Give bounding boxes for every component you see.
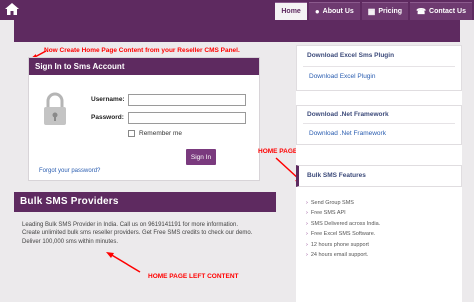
nav-pricing[interactable]: ▦ Pricing: [361, 2, 409, 20]
phone-icon: ☎: [416, 7, 427, 16]
bulk-sms-title: Bulk SMS Providers: [14, 192, 276, 212]
features-list: Send Group SMS Free SMS API SMS Delivere…: [306, 200, 380, 262]
excel-plugin-link[interactable]: Download Excel Plugin: [297, 67, 461, 80]
nav-pricing-label: Pricing: [378, 8, 403, 15]
nav-about-label: About Us: [322, 8, 354, 15]
dotnet-box: Download .Net Framework Download .Net Fr…: [296, 105, 462, 145]
sign-in-button[interactable]: Sign In: [186, 149, 216, 165]
bulk-line-2: Create unlimited bulk sms reseller provi…: [22, 230, 253, 237]
header-band: [14, 20, 460, 42]
nav-about-us[interactable]: ● About Us: [308, 2, 360, 20]
bulk-sms-description: Leading Bulk SMS Provider in India. Call…: [22, 221, 272, 246]
nav-home-label: Home: [281, 8, 301, 15]
nav-contact-us[interactable]: ☎ Contact Us: [410, 2, 472, 20]
login-panel: Sign In to Sms Account Username: Passwor…: [28, 57, 260, 181]
nav-home[interactable]: Home: [275, 2, 307, 20]
remember-label: Remember me: [139, 130, 182, 137]
main-nav: Home ● About Us ▦ Pricing ☎ Contact Us: [275, 2, 474, 20]
feature-item: Free SMS API: [306, 210, 380, 220]
home-icon[interactable]: [4, 2, 20, 16]
password-label: Password:: [91, 114, 124, 121]
dotnet-title: Download .Net Framework: [307, 111, 389, 118]
bulk-line-3: Deliver 100,000 sms within minutes.: [22, 238, 119, 245]
forgot-password-link[interactable]: Forgot your password?: [39, 168, 100, 174]
excel-plugin-title: Download Excel Sms Plugin: [307, 52, 395, 59]
features-title: Bulk SMS Features: [296, 165, 462, 187]
feature-item: SMS Delivered across India.: [306, 221, 380, 231]
dotnet-link[interactable]: Download .Net Framework: [297, 124, 461, 137]
feature-item: 12 hours phone support: [306, 242, 380, 252]
annotation-left: HOME PAGE LEFT CONTENT: [148, 273, 239, 280]
excel-plugin-box: Download Excel Sms Plugin Download Excel…: [296, 45, 462, 91]
feature-item: Send Group SMS: [306, 200, 380, 210]
annotation-top: Now Create Home Page Content from your R…: [44, 47, 240, 54]
password-field[interactable]: [128, 112, 246, 124]
grid-icon: ▦: [367, 7, 376, 16]
username-label: Username:: [91, 96, 125, 103]
users-icon: ●: [314, 7, 320, 16]
login-title: Sign In to Sms Account: [29, 58, 259, 75]
bulk-line-1: Leading Bulk SMS Provider in India. Call…: [22, 222, 239, 228]
remember-checkbox[interactable]: [128, 130, 135, 137]
right-sidebar: Download Excel Sms Plugin Download Excel…: [296, 45, 462, 302]
feature-item: 24 hours email support.: [306, 252, 380, 262]
annotation-left-arrow: [106, 252, 141, 273]
feature-item: Free Excel SMS Software.: [306, 231, 380, 241]
nav-contact-label: Contact Us: [429, 8, 466, 15]
username-field[interactable]: [128, 94, 246, 106]
top-nav-bar: Home ● About Us ▦ Pricing ☎ Contact Us: [0, 0, 474, 20]
lock-icon: [44, 92, 66, 125]
